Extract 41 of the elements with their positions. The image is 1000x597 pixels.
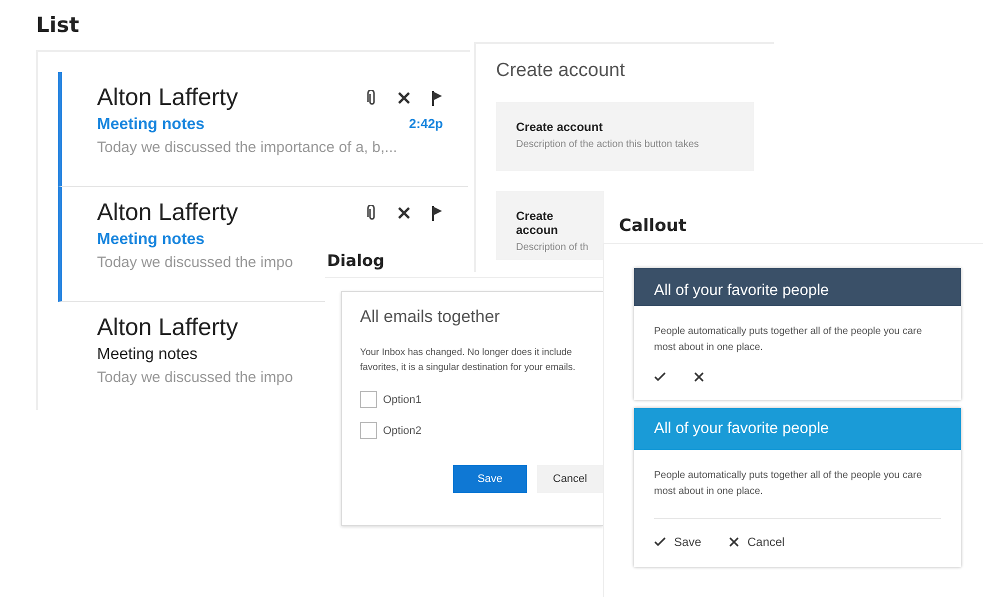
save-button[interactable]: Save: [453, 465, 527, 493]
mail-item[interactable]: Alton Lafferty Meeting notes 2:42p Today we discussed the importance of a, b,...: [58, 72, 468, 187]
callout-text: People automatically puts together all of the people you care most about in one place.: [653, 469, 923, 499]
mail-preview: Today we discussed the impo: [97, 254, 293, 271]
close-icon[interactable]: [397, 206, 411, 220]
checkbox[interactable]: [360, 391, 377, 408]
dialog-title: All emails together: [360, 307, 501, 327]
callout-header: All of your favorite people: [634, 408, 961, 450]
mail-time: 2:42p: [409, 116, 443, 133]
mail-preview: Today we discussed the importance of a, b,...: [97, 139, 398, 156]
section-heading: Callout: [619, 216, 687, 236]
sender-name: Alton Lafferty: [97, 199, 238, 227]
option-label: Option1: [383, 394, 422, 406]
paperclip-icon[interactable]: [367, 90, 377, 106]
option-label: Option2: [383, 424, 422, 436]
sender-name: Alton Lafferty: [97, 314, 238, 342]
panel-title: Create account: [496, 60, 626, 82]
paperclip-icon[interactable]: [367, 205, 377, 221]
mail-subject: Meeting notes: [97, 116, 205, 134]
save-button[interactable]: Save: [654, 535, 702, 549]
close-icon[interactable]: [397, 91, 411, 105]
close-icon[interactable]: [694, 372, 704, 382]
mail-subject: Meeting notes: [97, 231, 205, 249]
section-heading: Dialog: [327, 251, 384, 270]
checkbox[interactable]: [360, 422, 377, 439]
cancel-button[interactable]: Cancel: [537, 465, 603, 493]
cancel-button[interactable]: Cancel: [729, 535, 785, 549]
checkmark-icon[interactable]: [654, 372, 666, 382]
compound-button[interactable]: Create account Description of the action this button takes: [496, 102, 754, 171]
compound-button[interactable]: Create accoun Description of th: [496, 191, 604, 260]
flag-icon[interactable]: [431, 205, 443, 221]
checkmark-icon: [654, 537, 666, 547]
section-heading: List: [36, 13, 80, 37]
close-icon: [729, 537, 740, 547]
mail-preview: Today we discussed the impo: [97, 369, 293, 386]
sender-name: Alton Lafferty: [97, 84, 238, 112]
flag-icon[interactable]: [431, 90, 443, 106]
callout-text: People automatically puts together all of the people you care most about in one place.: [653, 325, 923, 355]
mail-subject: Meeting notes: [97, 346, 198, 364]
callout-header: All of your favorite people: [634, 268, 961, 306]
dialog-text: Your Inbox has changed. No longer does it include favorites, it is a singular destination for your emails.: [360, 346, 576, 375]
